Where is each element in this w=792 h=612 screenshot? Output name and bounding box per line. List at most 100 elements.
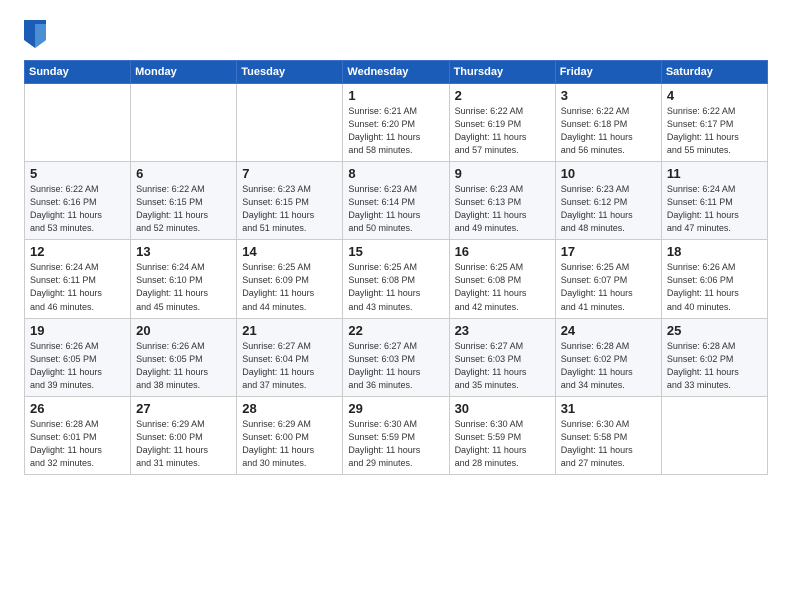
day-number: 18: [667, 244, 762, 259]
day-info: Sunrise: 6:26 AM Sunset: 6:06 PM Dayligh…: [667, 261, 762, 313]
day-number: 8: [348, 166, 443, 181]
day-number: 15: [348, 244, 443, 259]
day-number: 4: [667, 88, 762, 103]
day-number: 14: [242, 244, 337, 259]
day-info: Sunrise: 6:22 AM Sunset: 6:15 PM Dayligh…: [136, 183, 231, 235]
page: SundayMondayTuesdayWednesdayThursdayFrid…: [0, 0, 792, 612]
day-cell: 13Sunrise: 6:24 AM Sunset: 6:10 PM Dayli…: [131, 240, 237, 318]
day-info: Sunrise: 6:22 AM Sunset: 6:19 PM Dayligh…: [455, 105, 550, 157]
day-cell: 4 Sunrise: 6:22 AM Sunset: 6:17 PM Daylig…: [661, 84, 767, 162]
day-cell: 25 Sunrise: 6:28 AM Sunset: 6:02 PM Dayli…: [661, 318, 767, 396]
day-info: Sunrise: 6:28 AM Sunset: 6:01 PM Dayligh…: [30, 418, 125, 470]
day-cell: 15 Sunrise: 6:25 AM Sunset: 6:08 PM Dayli…: [343, 240, 449, 318]
day-number: 24: [561, 323, 656, 338]
day-cell: 12 Sunrise: 6:24 AM Sunset: 6:11 PM Dayli…: [25, 240, 131, 318]
weekday-header-friday: Friday: [555, 61, 661, 84]
day-info: Sunrise: 6:25 AM Sunset: 6:07 PM Dayligh…: [561, 261, 656, 313]
day-cell: 5 Sunrise: 6:22 AM Sunset: 6:16 PM Daylig…: [25, 162, 131, 240]
day-number: 21: [242, 323, 337, 338]
day-info: Sunrise: 6:25 AM Sunset: 6:08 PM Dayligh…: [455, 261, 550, 313]
day-number: 7: [242, 166, 337, 181]
day-cell: 3Sunrise: 6:22 AM Sunset: 6:18 PM Daylig…: [555, 84, 661, 162]
weekday-header-thursday: Thursday: [449, 61, 555, 84]
weekday-header-tuesday: Tuesday: [237, 61, 343, 84]
day-cell: 17 Sunrise: 6:25 AM Sunset: 6:07 PM Dayli…: [555, 240, 661, 318]
day-cell: 20Sunrise: 6:26 AM Sunset: 6:05 PM Dayli…: [131, 318, 237, 396]
day-info: Sunrise: 6:28 AM Sunset: 6:02 PM Dayligh…: [667, 340, 762, 392]
week-row-1: 5 Sunrise: 6:22 AM Sunset: 6:16 PM Daylig…: [25, 162, 768, 240]
day-info: Sunrise: 6:25 AM Sunset: 6:08 PM Dayligh…: [348, 261, 443, 313]
day-number: 16: [455, 244, 550, 259]
day-number: 19: [30, 323, 125, 338]
day-cell: 14 Sunrise: 6:25 AM Sunset: 6:09 PM Dayli…: [237, 240, 343, 318]
day-info: Sunrise: 6:27 AM Sunset: 6:03 PM Dayligh…: [348, 340, 443, 392]
day-number: 10: [561, 166, 656, 181]
day-cell: 10 Sunrise: 6:23 AM Sunset: 6:12 PM Dayli…: [555, 162, 661, 240]
day-number: 13: [136, 244, 231, 259]
day-info: Sunrise: 6:27 AM Sunset: 6:03 PM Dayligh…: [455, 340, 550, 392]
day-info: Sunrise: 6:24 AM Sunset: 6:11 PM Dayligh…: [667, 183, 762, 235]
day-info: Sunrise: 6:24 AM Sunset: 6:11 PM Dayligh…: [30, 261, 125, 313]
weekday-header-row: SundayMondayTuesdayWednesdayThursdayFrid…: [25, 61, 768, 84]
day-cell: 24Sunrise: 6:28 AM Sunset: 6:02 PM Dayli…: [555, 318, 661, 396]
weekday-header-saturday: Saturday: [661, 61, 767, 84]
day-cell: 19 Sunrise: 6:26 AM Sunset: 6:05 PM Dayli…: [25, 318, 131, 396]
day-number: 26: [30, 401, 125, 416]
day-info: Sunrise: 6:30 AM Sunset: 5:59 PM Dayligh…: [348, 418, 443, 470]
day-cell: 26 Sunrise: 6:28 AM Sunset: 6:01 PM Dayli…: [25, 396, 131, 474]
day-number: 28: [242, 401, 337, 416]
weekday-header-wednesday: Wednesday: [343, 61, 449, 84]
day-number: 17: [561, 244, 656, 259]
day-cell: [25, 84, 131, 162]
day-number: 29: [348, 401, 443, 416]
day-info: Sunrise: 6:23 AM Sunset: 6:12 PM Dayligh…: [561, 183, 656, 235]
day-info: Sunrise: 6:25 AM Sunset: 6:09 PM Dayligh…: [242, 261, 337, 313]
day-number: 20: [136, 323, 231, 338]
week-row-0: 1 Sunrise: 6:21 AM Sunset: 6:20 PM Daylig…: [25, 84, 768, 162]
day-info: Sunrise: 6:30 AM Sunset: 5:58 PM Dayligh…: [561, 418, 656, 470]
day-info: Sunrise: 6:22 AM Sunset: 6:16 PM Dayligh…: [30, 183, 125, 235]
day-number: 1: [348, 88, 443, 103]
calendar-table: SundayMondayTuesdayWednesdayThursdayFrid…: [24, 60, 768, 475]
day-number: 3: [561, 88, 656, 103]
day-info: Sunrise: 6:23 AM Sunset: 6:13 PM Dayligh…: [455, 183, 550, 235]
day-cell: 28 Sunrise: 6:29 AM Sunset: 6:00 PM Dayli…: [237, 396, 343, 474]
day-number: 5: [30, 166, 125, 181]
week-row-2: 12 Sunrise: 6:24 AM Sunset: 6:11 PM Dayli…: [25, 240, 768, 318]
day-number: 31: [561, 401, 656, 416]
day-info: Sunrise: 6:22 AM Sunset: 6:17 PM Dayligh…: [667, 105, 762, 157]
day-cell: 29 Sunrise: 6:30 AM Sunset: 5:59 PM Dayli…: [343, 396, 449, 474]
day-cell: 8Sunrise: 6:23 AM Sunset: 6:14 PM Daylig…: [343, 162, 449, 240]
day-cell: 7 Sunrise: 6:23 AM Sunset: 6:15 PM Daylig…: [237, 162, 343, 240]
day-number: 30: [455, 401, 550, 416]
day-number: 27: [136, 401, 231, 416]
day-cell: 22 Sunrise: 6:27 AM Sunset: 6:03 PM Dayli…: [343, 318, 449, 396]
day-cell: [661, 396, 767, 474]
day-cell: 30 Sunrise: 6:30 AM Sunset: 5:59 PM Dayli…: [449, 396, 555, 474]
weekday-header-sunday: Sunday: [25, 61, 131, 84]
day-number: 23: [455, 323, 550, 338]
logo-icon: [24, 20, 46, 48]
day-cell: [237, 84, 343, 162]
day-info: Sunrise: 6:30 AM Sunset: 5:59 PM Dayligh…: [455, 418, 550, 470]
day-cell: 31 Sunrise: 6:30 AM Sunset: 5:58 PM Dayli…: [555, 396, 661, 474]
header: [24, 20, 768, 48]
day-info: Sunrise: 6:23 AM Sunset: 6:15 PM Dayligh…: [242, 183, 337, 235]
day-info: Sunrise: 6:21 AM Sunset: 6:20 PM Dayligh…: [348, 105, 443, 157]
day-cell: [131, 84, 237, 162]
weekday-header-monday: Monday: [131, 61, 237, 84]
week-row-3: 19 Sunrise: 6:26 AM Sunset: 6:05 PM Dayli…: [25, 318, 768, 396]
day-cell: 1 Sunrise: 6:21 AM Sunset: 6:20 PM Daylig…: [343, 84, 449, 162]
day-cell: 27 Sunrise: 6:29 AM Sunset: 6:00 PM Dayli…: [131, 396, 237, 474]
day-number: 22: [348, 323, 443, 338]
day-number: 11: [667, 166, 762, 181]
day-cell: 21Sunrise: 6:27 AM Sunset: 6:04 PM Dayli…: [237, 318, 343, 396]
week-row-4: 26 Sunrise: 6:28 AM Sunset: 6:01 PM Dayli…: [25, 396, 768, 474]
day-info: Sunrise: 6:29 AM Sunset: 6:00 PM Dayligh…: [242, 418, 337, 470]
day-number: 12: [30, 244, 125, 259]
day-number: 2: [455, 88, 550, 103]
day-info: Sunrise: 6:29 AM Sunset: 6:00 PM Dayligh…: [136, 418, 231, 470]
day-info: Sunrise: 6:26 AM Sunset: 6:05 PM Dayligh…: [30, 340, 125, 392]
day-number: 25: [667, 323, 762, 338]
logo: [24, 20, 50, 48]
